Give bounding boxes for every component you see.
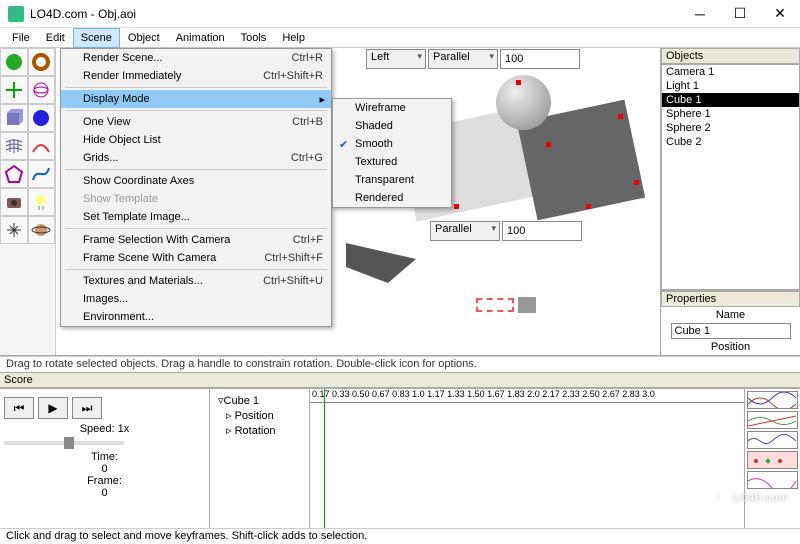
forward-button[interactable]: ⏭ [72,397,102,419]
menu-render-scene[interactable]: Render Scene...Ctrl+R [61,49,331,67]
track-preset-icon[interactable] [747,431,798,449]
menu-environment[interactable]: Environment... [61,308,331,326]
app-icon [8,6,24,22]
menu-grids[interactable]: Grids...Ctrl+G [61,149,331,167]
track-preset-icon[interactable] [747,471,798,489]
displaymode-wireframe[interactable]: Wireframe [333,99,451,117]
menu-bar: File Edit Scene Object Animation Tools H… [0,28,800,48]
timeline[interactable]: 0.17 0.33 0.50 0.67 0.83 1.0 1.17 1.33 1… [310,389,744,528]
track-preset-icon[interactable] [747,391,798,409]
zoom-field-bottom[interactable] [502,221,582,241]
spline-tool-icon[interactable] [28,160,56,188]
displaymode-shaded[interactable]: Shaded [333,117,451,135]
projection-select-bottom[interactable]: Parallel [430,221,500,241]
list-item[interactable]: Cube 1 [662,93,799,107]
menu-textures[interactable]: Textures and Materials...Ctrl+Shift+U [61,272,331,290]
cube-tool-icon[interactable] [0,104,28,132]
list-item[interactable]: Sphere 2 [662,121,799,135]
track-preset-icon[interactable] [747,451,798,469]
menu-images[interactable]: Images... [61,290,331,308]
tree-item[interactable]: ▹ Position [212,408,307,423]
view-select-top[interactable]: Left [366,49,426,69]
speed-slider[interactable] [4,441,124,445]
viewport-bottom-right[interactable] [346,243,656,353]
menu-frame-scene[interactable]: Frame Scene With CameraCtrl+Shift+F [61,249,331,267]
move-tool-icon[interactable] [0,76,28,104]
speed-label: Speed: 1x [4,423,205,435]
close-button[interactable]: ✕ [760,0,800,28]
prop-name-label: Name [716,309,745,321]
scene-menu: Render Scene...Ctrl+R Render Immediately… [60,48,332,327]
menu-scene[interactable]: Scene [73,28,120,48]
sphere-green-icon[interactable] [0,48,28,76]
time-label: Time: [4,451,205,463]
polygon-tool-icon[interactable] [0,160,28,188]
orbit-tool-icon[interactable] [28,216,56,244]
mesh-tool-icon[interactable] [0,132,28,160]
display-mode-submenu: Wireframe Shaded ✔Smooth Textured Transp… [332,98,452,208]
menu-frame-selection[interactable]: Frame Selection With CameraCtrl+F [61,231,331,249]
rotate-tool-icon[interactable] [28,76,56,104]
time-value: 0 [4,463,205,475]
tree-root[interactable]: ▿Cube 1 [212,393,307,408]
watermark: LO4D.com [711,488,788,506]
light-tool-icon[interactable] [28,188,56,216]
rewind-button[interactable]: ⏮ [4,397,34,419]
menu-one-view[interactable]: One ViewCtrl+B [61,113,331,131]
status-bar-2: Click and drag to select and move keyfra… [0,528,800,544]
displaymode-textured[interactable]: Textured [333,153,451,171]
curve-tool-icon[interactable] [28,132,56,160]
play-button[interactable]: ▶ [38,397,68,419]
track-presets [744,389,800,528]
menu-help[interactable]: Help [274,28,313,48]
list-item[interactable]: Cube 2 [662,135,799,149]
objects-panel-header: Objects [661,48,800,64]
timeline-ruler: 0.17 0.33 0.50 0.67 0.83 1.0 1.17 1.33 1… [310,389,744,403]
prop-position-label: Position [711,341,750,353]
objects-list[interactable]: Camera 1 Light 1 Cube 1 Sphere 1 Sphere … [661,64,800,290]
sphere-blue-icon[interactable] [28,104,56,132]
menu-object[interactable]: Object [120,28,168,48]
score-controls: ⏮ ▶ ⏭ Speed: 1x Time: 0 Frame: 0 [0,389,210,528]
menu-show-axes[interactable]: Show Coordinate Axes [61,172,331,190]
list-item[interactable]: Light 1 [662,79,799,93]
tree-item[interactable]: ▹ Rotation [212,423,307,438]
score-header: Score [0,372,800,388]
window-title: LO4D.com - Obj.aoi [30,7,680,21]
playhead[interactable] [324,389,325,528]
prop-name-field[interactable] [671,323,791,339]
list-item[interactable]: Sphere 1 [662,107,799,121]
torus-icon[interactable] [28,48,56,76]
camera-tool-icon[interactable] [0,188,28,216]
displaymode-smooth[interactable]: ✔Smooth [333,135,451,153]
minimize-button[interactable]: ─ [680,0,720,28]
displaymode-rendered[interactable]: Rendered [333,189,451,207]
frame-value: 0 [4,487,205,499]
menu-animation[interactable]: Animation [168,28,233,48]
properties-panel-header: Properties [661,291,800,307]
menu-hide-object-list[interactable]: Hide Object List [61,131,331,149]
menu-file[interactable]: File [4,28,38,48]
projection-select-top[interactable]: Parallel [428,49,498,69]
maximize-button[interactable]: ☐ [720,0,760,28]
menu-render-immediately[interactable]: Render ImmediatelyCtrl+Shift+R [61,67,331,85]
status-bar-1: Drag to rotate selected objects. Drag a … [0,356,800,372]
track-preset-icon[interactable] [747,411,798,429]
menu-set-template-image[interactable]: Set Template Image... [61,208,331,226]
pan-tool-icon[interactable] [0,216,28,244]
menu-tools[interactable]: Tools [233,28,275,48]
menu-show-template: Show Template [61,190,331,208]
animation-tree[interactable]: ▿Cube 1 ▹ Position ▹ Rotation [210,389,310,528]
zoom-field-top[interactable] [500,49,580,69]
frame-label: Frame: [4,475,205,487]
tool-palette [0,48,56,355]
list-item[interactable]: Camera 1 [662,65,799,79]
menu-edit[interactable]: Edit [38,28,73,48]
title-bar: LO4D.com - Obj.aoi ─ ☐ ✕ [0,0,800,28]
displaymode-transparent[interactable]: Transparent [333,171,451,189]
menu-display-mode[interactable]: Display Mode▸ [61,90,331,108]
